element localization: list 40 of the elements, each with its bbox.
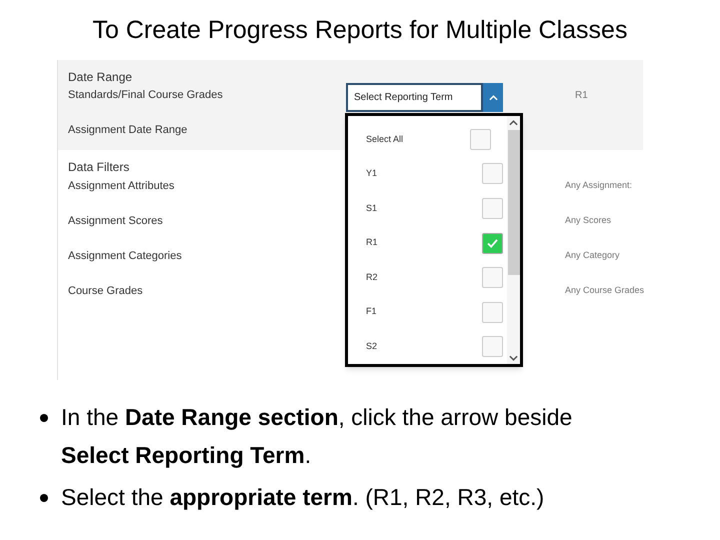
checkbox[interactable] [482, 232, 503, 254]
bullet-icon [40, 414, 48, 422]
row-value: Any Category [565, 249, 621, 262]
slide-title: To Create Progress Reports for Multiple Classes [92, 15, 628, 46]
check-icon [487, 238, 498, 248]
row-label: Standards/Final Course Grades [68, 88, 223, 103]
term-option[interactable]: S1 [366, 191, 503, 226]
reporting-term-select[interactable]: Select Reporting Term [346, 83, 483, 112]
section-heading: Date Range [68, 70, 132, 84]
term-option[interactable]: R1 [366, 226, 503, 260]
scroll-down-icon [509, 355, 518, 361]
checkbox[interactable] [482, 163, 503, 184]
row-label: Assignment Categories [68, 248, 182, 264]
row-label: Assignment Date Range [68, 122, 188, 138]
dropdown-toggle[interactable] [483, 83, 503, 112]
row-label: Assignment Scores [68, 214, 163, 229]
term-option[interactable]: R2 [366, 260, 503, 295]
row-value: R1 [575, 88, 589, 102]
term-option[interactable]: S2 [366, 329, 503, 364]
checkbox[interactable] [482, 267, 503, 288]
term-option[interactable]: Y1 [366, 156, 503, 192]
caret-icon [488, 94, 498, 100]
bullet-icon [40, 494, 48, 502]
scroll-up-icon [509, 120, 518, 126]
section-heading: Data Filters [68, 160, 130, 174]
term-option[interactable]: Select All [366, 122, 503, 157]
checkbox[interactable] [470, 128, 491, 150]
scrollbar[interactable] [507, 116, 520, 364]
bullet-text: Select the appropriate term. (R1, R2, R3, etc.) [61, 483, 544, 512]
row-value: Any Course Grades [565, 284, 643, 298]
row-label: Assignment Attributes [68, 178, 174, 194]
scrollbar-thumb[interactable] [508, 130, 520, 275]
bullet-text: In the Date Range section, click the arrow beside Select Reporting Term. [61, 403, 574, 470]
term-option[interactable]: F1 [366, 294, 503, 330]
row-value: Any Scores [565, 214, 612, 228]
row-label: Course Grades [68, 284, 143, 299]
row-value: Any Assignment: [565, 179, 634, 192]
checkbox[interactable] [482, 198, 503, 219]
checkbox[interactable] [482, 302, 503, 323]
checkbox[interactable] [482, 336, 503, 358]
